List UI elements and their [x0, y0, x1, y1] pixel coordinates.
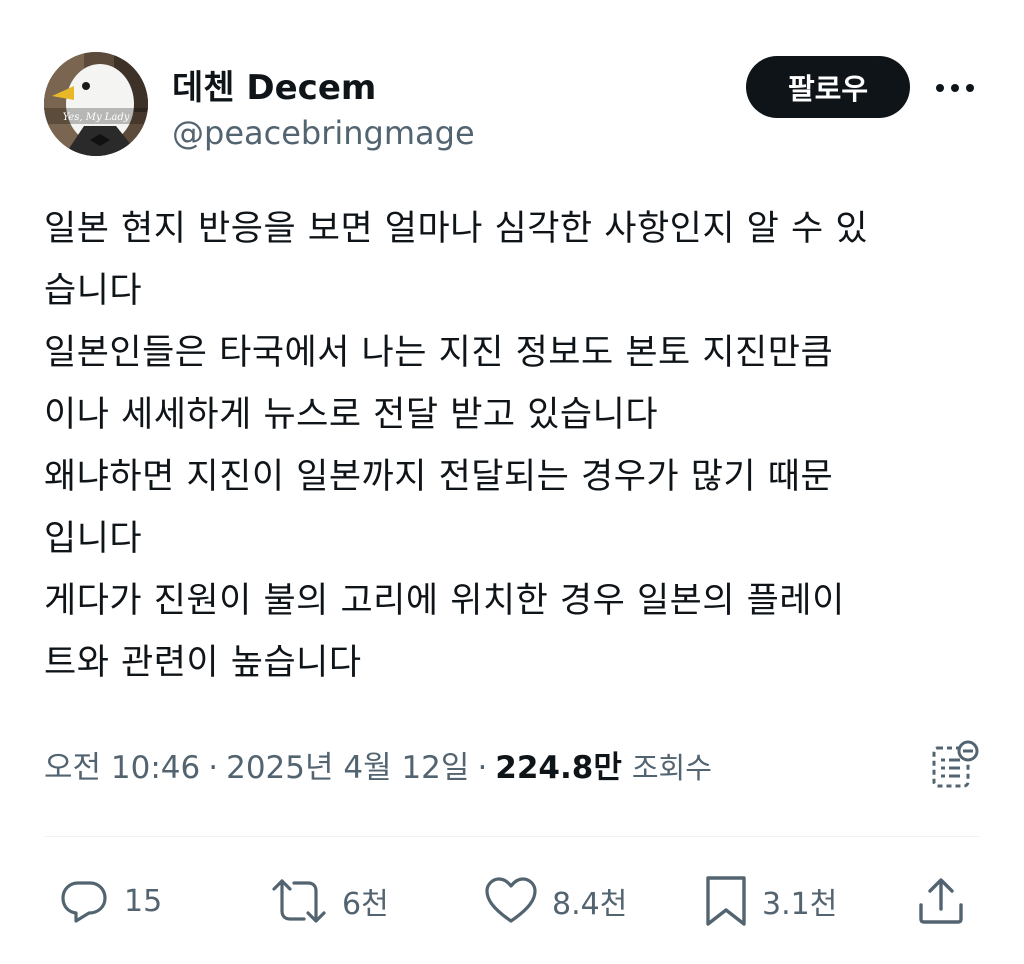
tweet-line: 일본 현지 반응을 보면 얼마나 심각한 사항인지 알 수 있 [44, 209, 869, 249]
like-count: 8.4천 [552, 887, 628, 922]
tweet-line: 일본인들은 타국에서 나는 지진 정보도 본토 지진만큼 [44, 333, 834, 373]
heart-icon [485, 877, 537, 923]
display-name[interactable]: 데첸 Decem [172, 60, 376, 109]
tweet-meta: 오전 10:46 · 2025년 4월 12일 · 224.8만 조회수 [44, 742, 712, 787]
views-label: 조회수 [631, 751, 712, 785]
bookmark-count: 3.1천 [762, 887, 838, 922]
views-count: 224.8만 [495, 750, 622, 786]
repost-count: 6천 [342, 887, 389, 922]
repost-button[interactable]: 6천 [270, 866, 389, 936]
tweet-line: 이나 세세하게 뉴스로 전달 받고 있습니다 [44, 395, 659, 435]
meta-separator: · [208, 750, 219, 786]
reply-count: 15 [124, 883, 163, 919]
bookmark-icon [706, 876, 746, 926]
tweet-text: 일본 현지 반응을 보면 얼마나 심각한 사항인지 알 수 있 습니다 일본인들… [44, 198, 984, 694]
more-options-button[interactable] [930, 68, 980, 108]
tweet-date[interactable]: 2025년 4월 12일 [226, 742, 469, 787]
divider [44, 836, 980, 837]
share-upload-icon [919, 878, 963, 924]
action-bar: 15 6천 8.4천 3.1천 [44, 866, 980, 936]
tweet-header: Yes, My Lady 데첸 Decem @peacebringmage 팔로… [44, 52, 980, 162]
repost-arrows-icon [272, 879, 326, 923]
meta-separator: · [477, 750, 488, 786]
tweet-line: 왜냐하면 지진이 일본까지 전달되는 경우가 많기 때문 [44, 457, 834, 497]
share-button[interactable] [916, 866, 966, 936]
bookmark-button[interactable]: 3.1천 [704, 866, 837, 936]
like-button[interactable]: 8.4천 [484, 866, 627, 936]
tweet-line: 입니다 [44, 519, 143, 559]
reply-button[interactable]: 15 [58, 866, 162, 936]
tweet-line: 습니다 [44, 271, 143, 311]
bird-avatar-icon: Yes, My Lady [44, 52, 148, 156]
reply-bubble-icon [61, 881, 107, 923]
tweet-time[interactable]: 오전 10:46 [44, 742, 200, 787]
grok-explain-icon [932, 740, 979, 788]
grok-explain-button[interactable] [930, 740, 980, 790]
more-horizontal-icon [936, 84, 974, 92]
user-handle[interactable]: @peacebringmage [172, 114, 475, 152]
avatar[interactable]: Yes, My Lady [44, 52, 148, 156]
tweet-line: 트와 관련이 높습니다 [44, 643, 362, 683]
follow-button[interactable]: 팔로우 [746, 56, 910, 118]
avatar-caption: Yes, My Lady [63, 112, 130, 123]
tweet-line: 게다가 진원이 불의 고리에 위치한 경우 일본의 플레이 [44, 581, 845, 621]
